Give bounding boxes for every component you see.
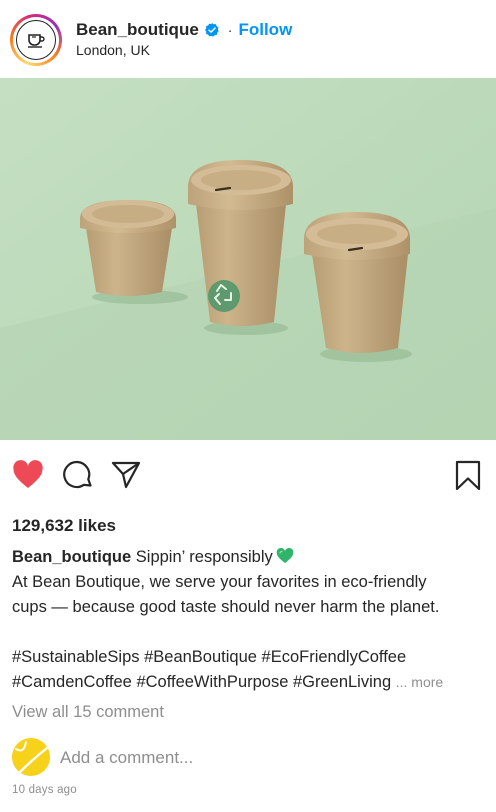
comment-bubble-icon[interactable] bbox=[62, 460, 94, 492]
profile-avatar[interactable] bbox=[10, 14, 62, 66]
caption-username[interactable]: Bean_boutique bbox=[12, 548, 131, 566]
coffee-cups-photo bbox=[0, 78, 496, 440]
caption-headline: Sippin’ responsibly bbox=[135, 548, 273, 566]
heart-filled-icon[interactable] bbox=[12, 460, 44, 490]
separator-dot: · bbox=[227, 22, 233, 38]
post-header: Bean_boutique · Follow London, UK bbox=[0, 0, 496, 78]
caption-body-line-1: At Bean Boutique, we serve your favorite… bbox=[12, 573, 427, 591]
caption-hashtags-line-1[interactable]: #SustainableSips #BeanBoutique #EcoFrien… bbox=[12, 645, 488, 670]
current-user-avatar bbox=[12, 738, 50, 776]
post-caption: Bean_boutique Sippin’ responsibly At Bea… bbox=[12, 545, 488, 695]
coffee-cup-logo-icon bbox=[16, 20, 56, 60]
add-comment-input[interactable] bbox=[60, 744, 480, 772]
caption-hashtags-line-2[interactable]: #CamdenCoffee #CoffeeWithPurpose #GreenL… bbox=[12, 673, 391, 691]
bookmark-icon[interactable] bbox=[454, 460, 482, 492]
follow-button[interactable]: Follow bbox=[238, 20, 292, 40]
caption-body-line-2: cups — because good taste should never h… bbox=[12, 598, 440, 616]
paper-plane-icon[interactable] bbox=[110, 460, 142, 490]
view-all-comments-link[interactable]: View all 15 comment bbox=[12, 703, 164, 722]
post-timestamp: 10 days ago bbox=[12, 784, 77, 796]
likes-count[interactable]: 129,632 likes bbox=[12, 516, 116, 536]
verified-badge-icon bbox=[204, 23, 219, 37]
more-button[interactable]: ... more bbox=[396, 674, 443, 690]
post-image[interactable] bbox=[0, 78, 496, 440]
post-username[interactable]: Bean_boutique bbox=[76, 20, 199, 40]
post-location[interactable]: London, UK bbox=[76, 42, 150, 58]
green-heart-icon bbox=[276, 548, 293, 563]
tennis-ball-icon bbox=[12, 738, 50, 776]
